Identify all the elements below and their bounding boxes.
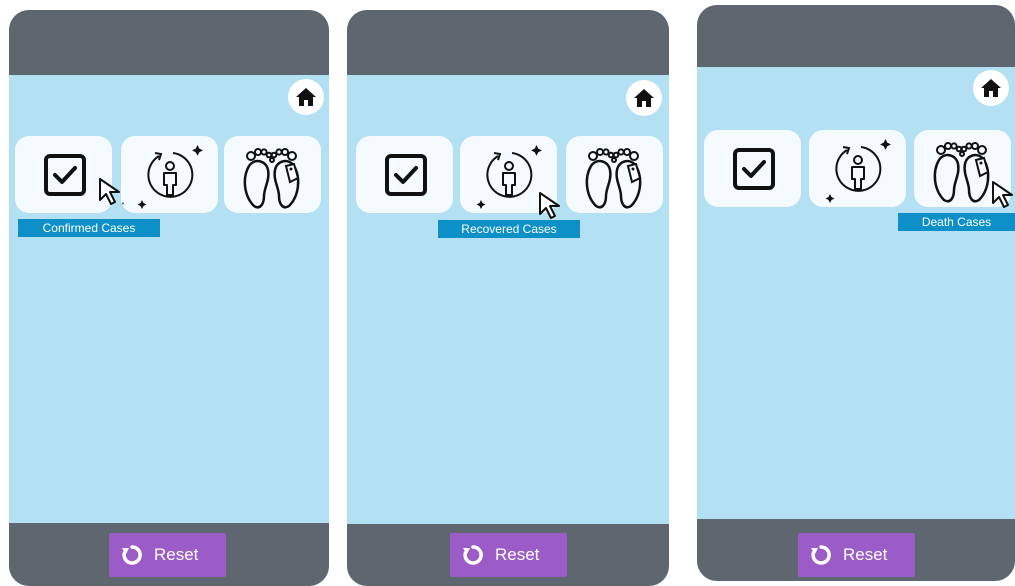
mouse-cursor-icon (99, 178, 125, 205)
home-button[interactable] (626, 80, 662, 116)
reset-label: Reset (843, 545, 888, 564)
tile-recovered-cases[interactable] (121, 136, 218, 213)
checkbox-checked-icon (733, 148, 775, 190)
tile-confirmed-cases[interactable] (356, 136, 453, 213)
home-button[interactable] (288, 79, 324, 115)
refresh-icon (811, 545, 831, 565)
mouse-cursor-icon (992, 181, 1013, 208)
toe-tag-feet-icon (585, 148, 642, 209)
toe-tag-feet-icon (243, 148, 300, 209)
tile-death-cases[interactable] (224, 136, 321, 213)
phone-panel-confirmed: Confirmed Cases Reset (9, 10, 329, 586)
home-icon (296, 88, 316, 106)
phone-panel-death: Death Cases Reset (697, 5, 1015, 581)
reset-button[interactable]: Reset (450, 533, 567, 577)
reset-button[interactable]: Reset (109, 533, 226, 577)
checkbox-checked-icon (385, 154, 427, 196)
phone-panel-recovered: Recovered Cases Reset (347, 10, 669, 586)
tooltip-death-cases: Death Cases (898, 213, 1015, 231)
app-header (697, 5, 1015, 67)
home-icon (634, 89, 654, 107)
reset-button[interactable]: Reset (798, 533, 915, 577)
refresh-icon (463, 545, 483, 565)
app-header (9, 10, 329, 75)
tile-recovered-cases[interactable] (809, 130, 906, 207)
tile-death-cases[interactable] (566, 136, 663, 213)
refresh-icon (122, 545, 142, 565)
home-icon (981, 79, 1001, 97)
reset-label: Reset (154, 545, 199, 564)
home-button[interactable] (973, 70, 1009, 106)
tooltip-recovered-cases: Recovered Cases (438, 220, 580, 238)
tile-confirmed-cases[interactable] (704, 130, 801, 207)
reset-label: Reset (495, 545, 540, 564)
tooltip-confirmed-cases: Confirmed Cases (18, 219, 160, 237)
stage: Confirmed Cases Reset Recovered Cases Re… (0, 0, 1015, 586)
mouse-cursor-icon (539, 192, 560, 219)
recovered-person-icon (825, 139, 891, 203)
app-header (347, 10, 669, 75)
recovered-person-icon (137, 145, 203, 209)
